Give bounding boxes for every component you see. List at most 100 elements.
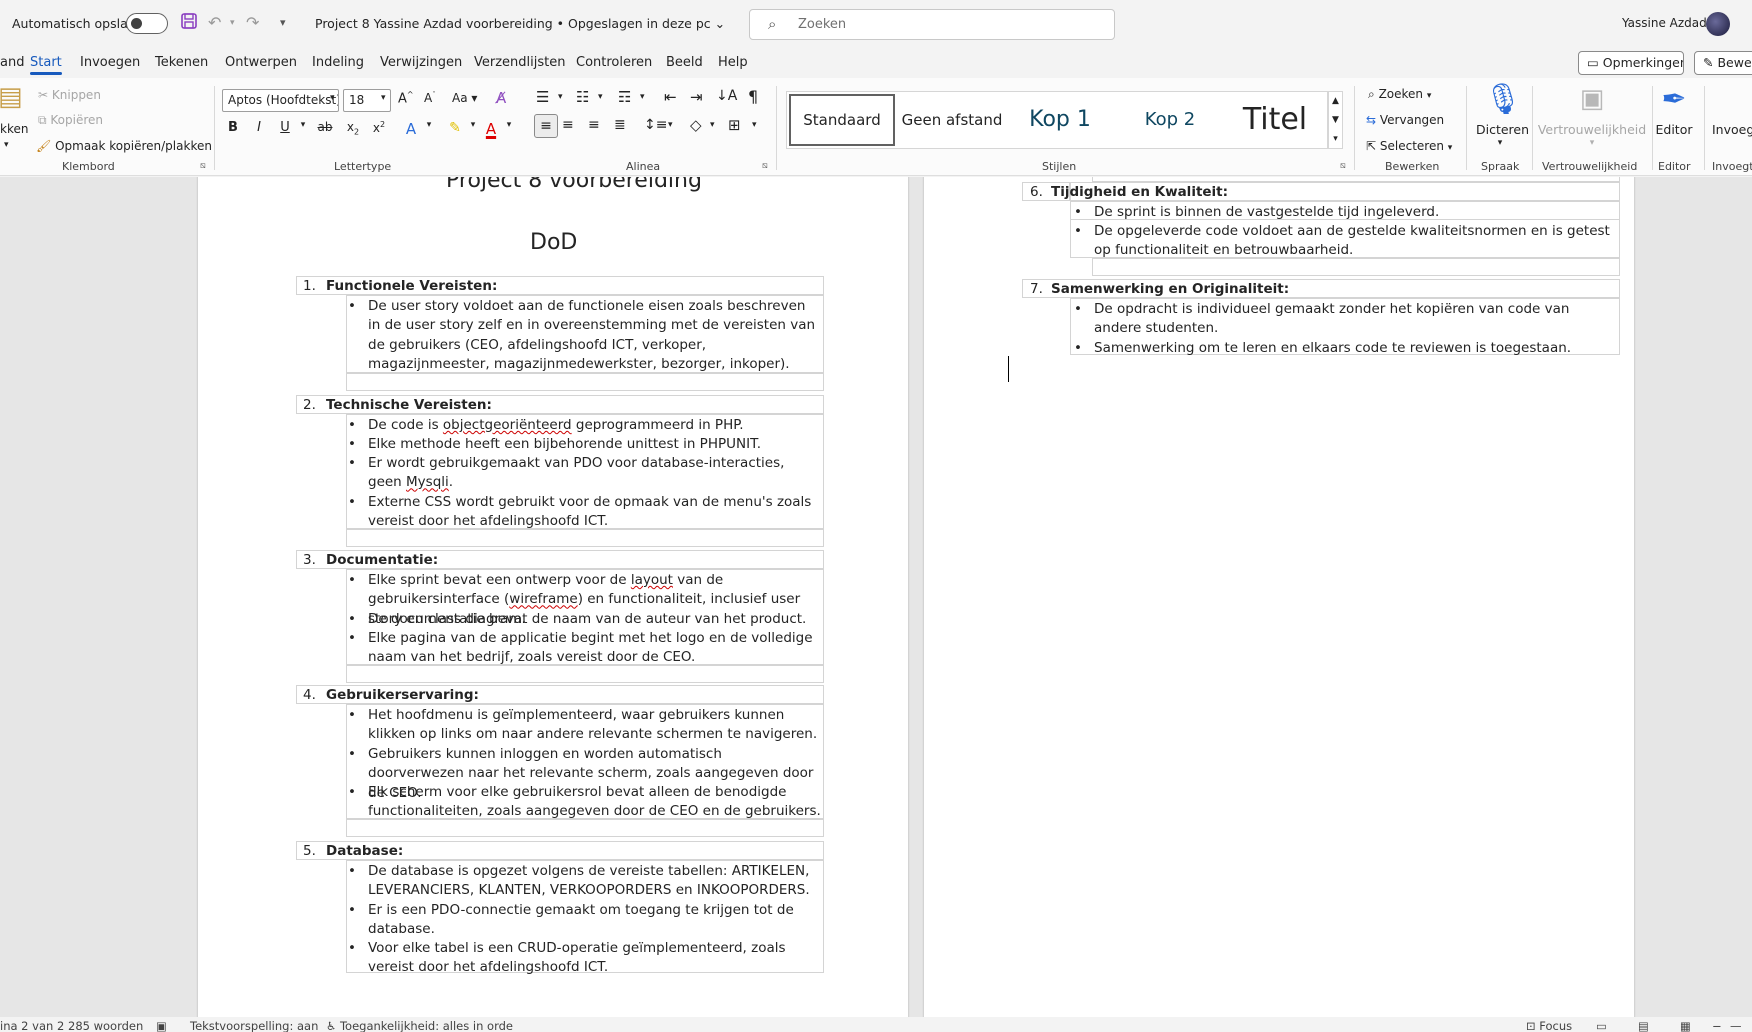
borders-icon[interactable]: ⊞ <box>728 116 741 134</box>
italic-icon[interactable]: I <box>248 120 270 135</box>
tab-ontwerpen[interactable]: Ontwerpen <box>225 55 297 70</box>
redo-icon[interactable]: ↷ <box>246 12 259 34</box>
tab-help[interactable]: Help <box>718 55 748 70</box>
underline-dropdown-icon[interactable]: ▾ <box>292 120 314 130</box>
accessibility-status[interactable]: ♿ Toegankelijkheid: alles in orde <box>326 1019 513 1032</box>
scroll-down-icon[interactable]: ▼ <box>1329 111 1342 130</box>
styles-launcher-icon[interactable]: ⧅ <box>1340 161 1346 171</box>
text-effects-dropdown-icon[interactable]: ▾ <box>418 120 440 130</box>
scroll-up-icon[interactable]: ▲ <box>1329 92 1342 111</box>
web-layout-icon[interactable]: ▦ <box>1680 1019 1691 1032</box>
font-color-dropdown-icon[interactable]: ▾ <box>498 120 520 130</box>
clipboard-launcher-icon[interactable]: ⧅ <box>200 161 206 171</box>
select-button[interactable]: ⇱ Selecteren ▾ <box>1366 139 1452 153</box>
shrink-font-icon[interactable]: Aˇ <box>424 91 436 105</box>
addins-button[interactable]: Invoegt <box>1712 122 1752 137</box>
document-title[interactable]: Project 8 Yassine Azdad voorbereiding • … <box>315 16 725 31</box>
tab-indeling[interactable]: Indeling <box>312 55 364 70</box>
dictate-dropdown-icon[interactable]: ▾ <box>1494 138 1506 148</box>
microphone-icon[interactable]: 🎙 <box>1484 82 1522 117</box>
editing-mode-button[interactable]: ✎ Bewer <box>1694 51 1752 75</box>
subscript-icon[interactable]: x2 <box>342 120 364 136</box>
page-count[interactable]: ina 2 van 2 <box>0 1019 64 1032</box>
save-icon[interactable] <box>180 12 198 36</box>
tab-start[interactable]: Start <box>30 55 62 75</box>
tab-invoegen[interactable]: Invoegen <box>80 55 140 70</box>
bullets-icon[interactable]: ☰ <box>536 88 549 106</box>
customize-quick-access-icon[interactable]: ▾ <box>280 12 286 34</box>
align-right-icon[interactable]: ≡ <box>588 117 600 133</box>
style-kop-1[interactable]: Kop 1 <box>1007 92 1113 148</box>
justify-icon[interactable]: ≣ <box>614 117 626 133</box>
line-spacing-dropdown-icon[interactable]: ▾ <box>668 120 673 130</box>
bold-icon[interactable]: B <box>222 120 244 135</box>
line-spacing-icon[interactable]: ↕≡ <box>644 117 667 133</box>
show-formatting-marks-icon[interactable]: ¶ <box>748 87 758 106</box>
clear-formatting-icon[interactable]: A̸ <box>496 89 506 107</box>
page-2[interactable]: 6. Tijdigheid en Kwaliteit: De sprint is… <box>924 177 1634 1017</box>
tab-bestand[interactable]: and <box>0 55 24 70</box>
zoom-out-icon[interactable]: − <box>1712 1019 1722 1032</box>
multilevel-list-icon[interactable]: ☶ <box>618 88 631 106</box>
increase-indent-icon[interactable]: ⇥ <box>690 88 703 106</box>
editor-icon[interactable]: ✒ <box>1656 82 1692 117</box>
dictate-button[interactable]: Dicteren <box>1476 122 1529 137</box>
more-styles-icon[interactable]: ▾ <box>1329 130 1342 149</box>
replace-button[interactable]: ⇆ Vervangen <box>1366 113 1444 127</box>
font-size-dropdown-icon[interactable]: ▾ <box>381 93 386 103</box>
strikethrough-icon[interactable]: ab <box>314 120 336 134</box>
undo-icon[interactable]: ↶ <box>208 12 221 34</box>
zoom-slider[interactable]: — <box>1730 1019 1742 1032</box>
sensitivity-dropdown-icon[interactable]: ▾ <box>1586 138 1598 148</box>
tab-tekenen[interactable]: Tekenen <box>155 55 208 70</box>
find-button[interactable]: ⌕ Zoeken ▾ <box>1368 87 1431 102</box>
style-geen-afstand[interactable]: Geen afstand <box>899 92 1005 148</box>
borders-dropdown-icon[interactable]: ▾ <box>752 120 757 130</box>
style-titel[interactable]: Titel <box>1225 92 1325 148</box>
undo-dropdown-icon[interactable]: ▾ <box>230 12 235 34</box>
shading-icon[interactable]: ◇ <box>690 116 702 134</box>
decrease-indent-icon[interactable]: ⇤ <box>664 88 677 106</box>
paste-icon[interactable]: ▤ <box>0 82 23 112</box>
word-count[interactable]: 285 woorden <box>68 1019 143 1032</box>
paste-dropdown-icon[interactable]: ▾ <box>4 140 9 150</box>
sort-icon[interactable]: ↓A <box>716 88 737 104</box>
multilevel-dropdown-icon[interactable]: ▾ <box>640 92 645 102</box>
sensitivity-button[interactable]: Vertrouwelijkheid <box>1536 122 1648 137</box>
styles-scroll[interactable]: ▲ ▼ ▾ <box>1328 91 1343 149</box>
user-name[interactable]: Yassine Azdad <box>1622 16 1707 30</box>
paste-label[interactable]: kken <box>0 122 28 136</box>
editor-button[interactable]: Editor <box>1652 122 1696 137</box>
page-1[interactable]: Project 8 voorbereiding DoD 1. Functione… <box>198 177 908 1017</box>
font-name-dropdown-icon[interactable]: ▾ <box>330 93 335 103</box>
tab-controleren[interactable]: Controleren <box>576 55 652 70</box>
text-prediction-status[interactable]: Tekstvoorspelling: aan <box>190 1019 318 1032</box>
focus-button[interactable]: ⊡ Focus <box>1526 1019 1572 1032</box>
read-mode-icon[interactable]: ▭ <box>1596 1019 1607 1032</box>
tab-beeld[interactable]: Beeld <box>666 55 703 70</box>
format-painter-button[interactable]: 🖌 Opmaak kopiëren/plakken <box>36 139 212 153</box>
grow-font-icon[interactable]: A^ <box>398 90 414 106</box>
font-name-select[interactable]: Aptos (Hoofdtekst) <box>222 89 339 112</box>
style-kop-2[interactable]: Kop 2 <box>1117 92 1223 148</box>
font-launcher-icon[interactable]: ⧅ <box>762 161 768 171</box>
proofing-icon[interactable]: ▣ <box>156 1019 167 1032</box>
change-case-icon[interactable]: Aa ▾ <box>452 91 477 105</box>
bullets-dropdown-icon[interactable]: ▾ <box>558 92 563 102</box>
numbering-icon[interactable]: ☷ <box>576 88 589 106</box>
tab-verwijzingen[interactable]: Verwijzingen <box>380 55 462 70</box>
numbering-dropdown-icon[interactable]: ▾ <box>598 92 603 102</box>
avatar[interactable] <box>1706 12 1730 36</box>
shading-dropdown-icon[interactable]: ▾ <box>710 120 715 130</box>
copy-button[interactable]: ⧉ Kopiëren <box>38 113 103 128</box>
comments-button[interactable]: ▭ Opmerkingen <box>1578 51 1684 75</box>
autosave-toggle[interactable] <box>126 13 168 34</box>
print-layout-icon[interactable]: ▤ <box>1638 1019 1649 1032</box>
document-canvas[interactable]: Project 8 voorbereiding DoD 1. Functione… <box>0 177 1752 1017</box>
tab-verzendlijsten[interactable]: Verzendlijsten <box>474 55 565 70</box>
style-standaard[interactable]: Standaard <box>789 94 895 146</box>
search-box[interactable]: ⌕ Zoeken <box>749 9 1115 40</box>
superscript-icon[interactable]: x2 <box>368 120 390 135</box>
align-center-icon[interactable]: ≡ <box>562 117 574 133</box>
cut-button[interactable]: ✂ Knippen <box>38 88 101 102</box>
